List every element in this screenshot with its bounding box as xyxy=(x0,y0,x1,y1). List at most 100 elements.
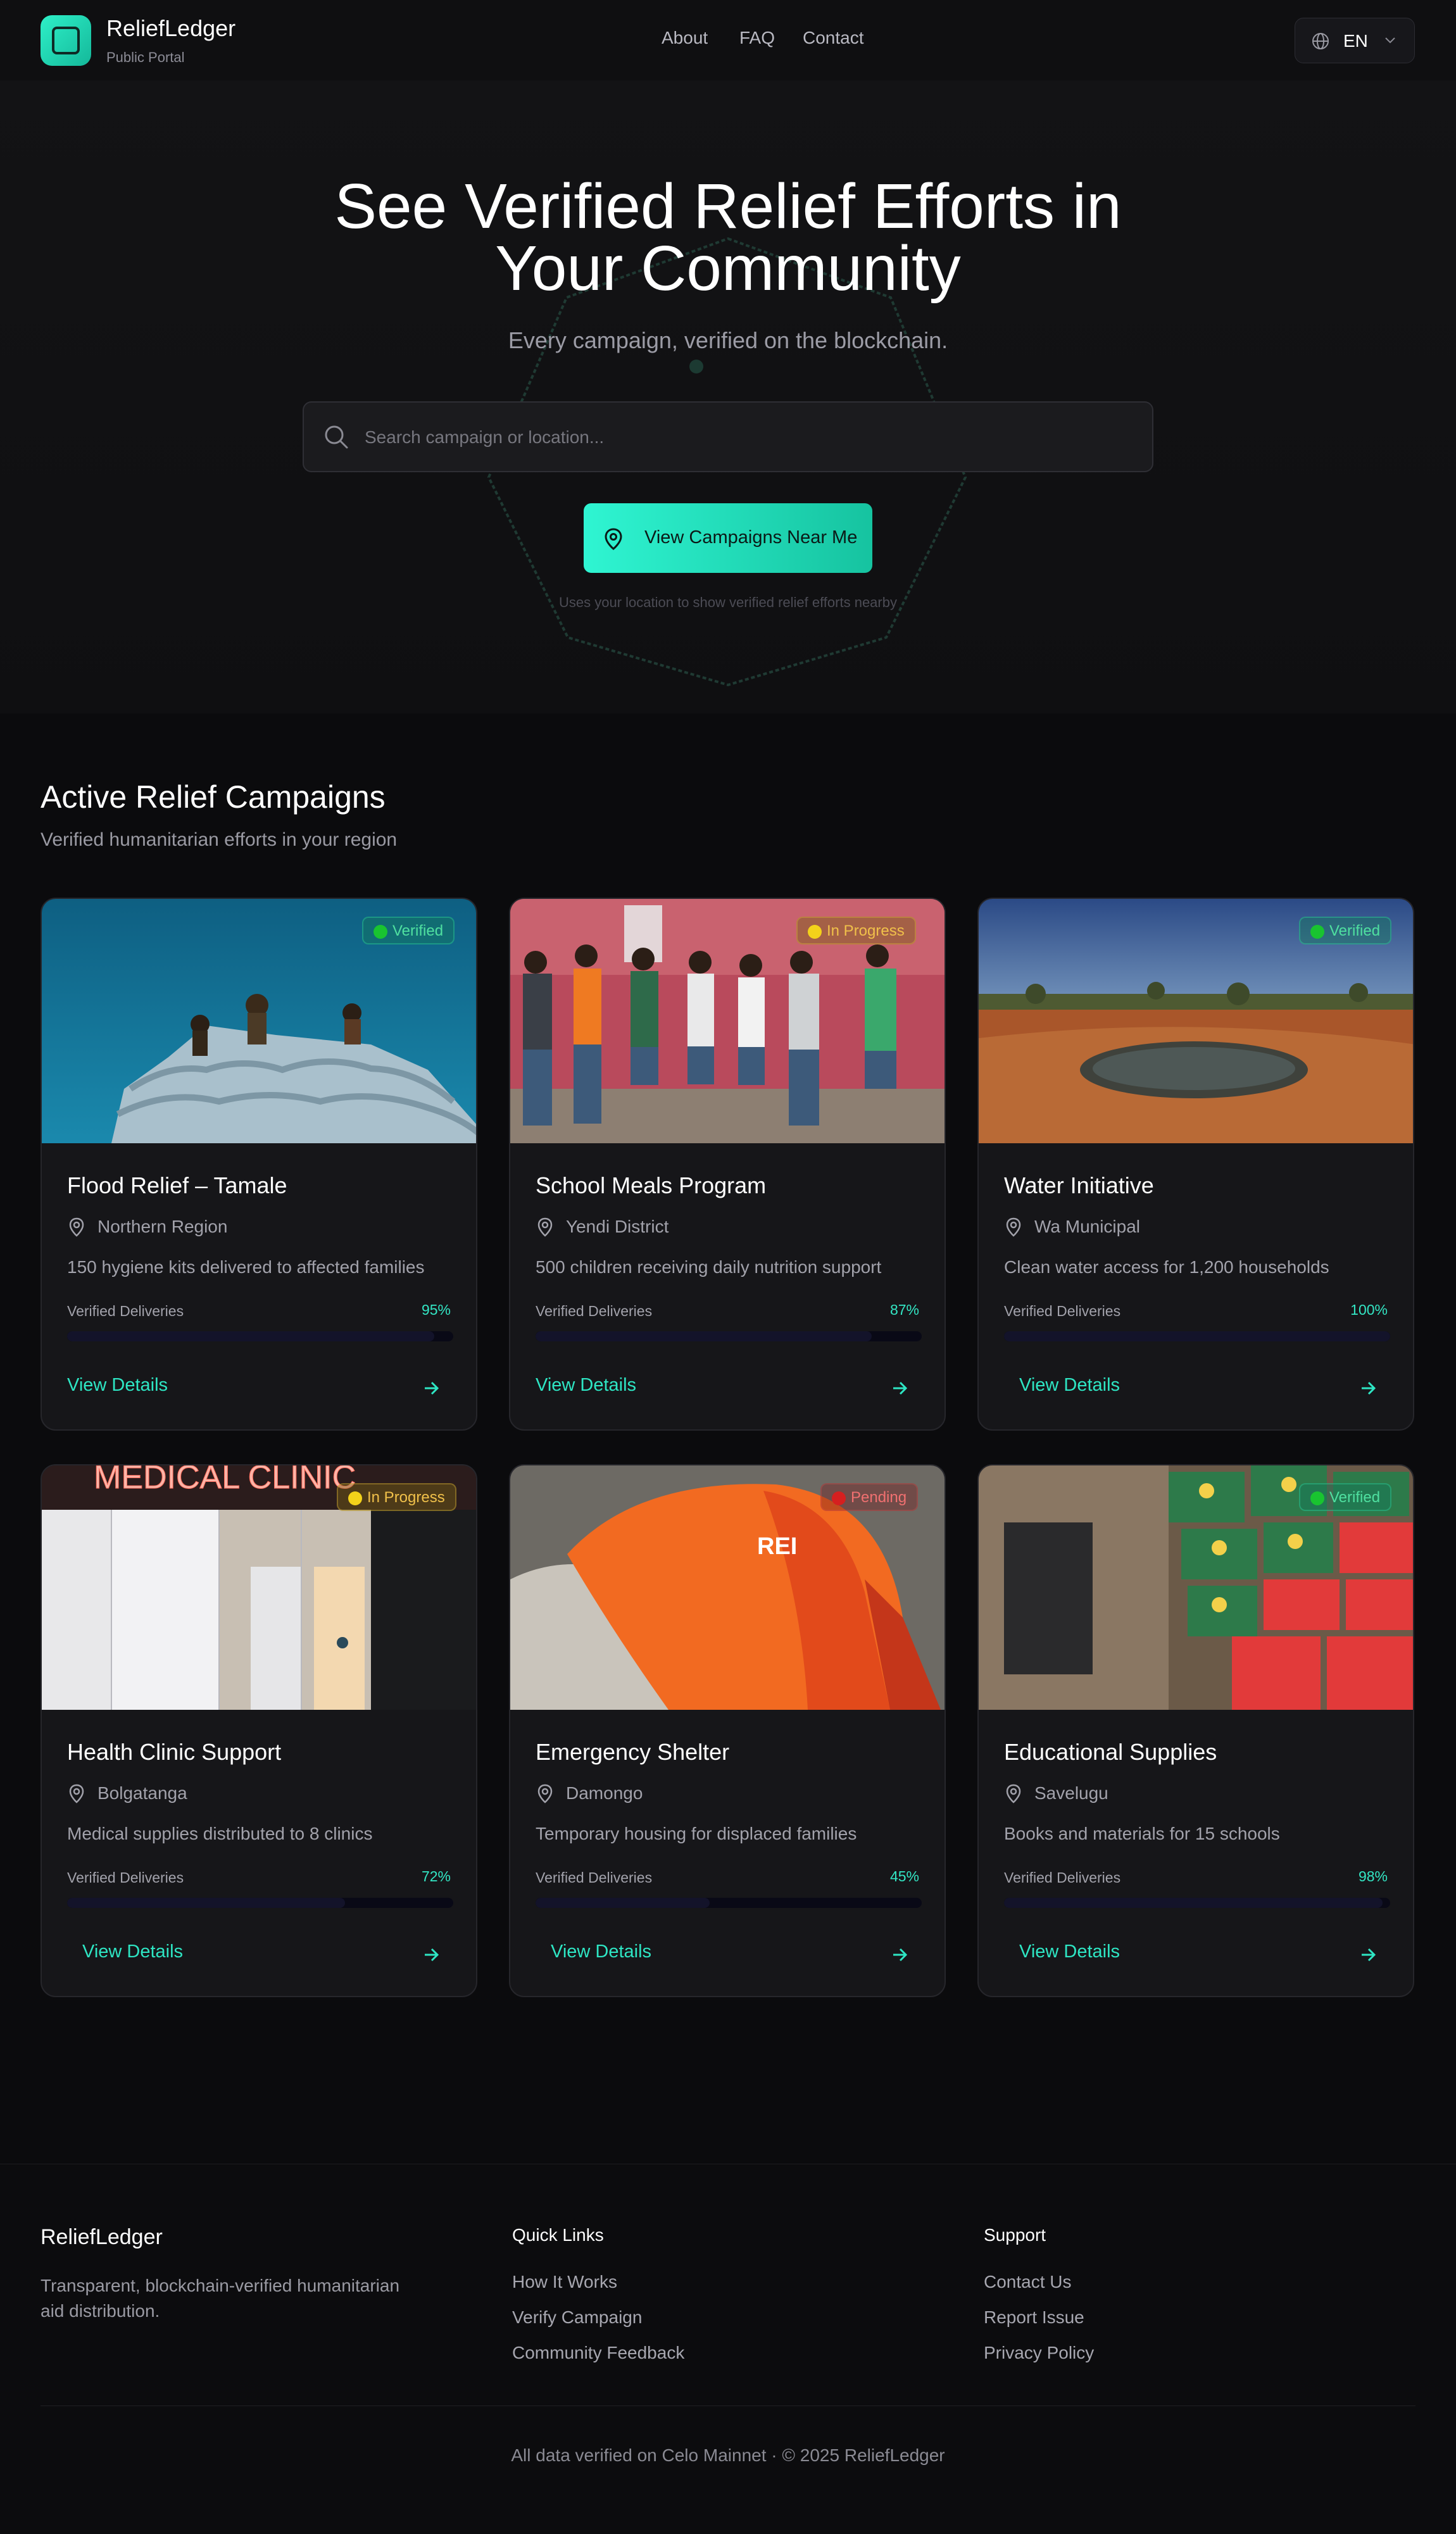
brand-logo[interactable] xyxy=(41,15,91,66)
footer-link-how-it-works[interactable]: How It Works xyxy=(512,2272,617,2292)
status-badge: In Progress xyxy=(337,1483,456,1511)
arrow-right-icon[interactable] xyxy=(422,1945,441,1964)
status-badge: Verified xyxy=(1299,1483,1392,1511)
campaign-title: School Meals Program xyxy=(536,1172,767,1198)
view-details-link[interactable]: View Details xyxy=(82,1941,183,1962)
nav-faq[interactable]: FAQ xyxy=(739,28,775,48)
campaign-description: Medical supplies distributed to 8 clinic… xyxy=(67,1824,373,1843)
cta-label: View Campaigns Near Me xyxy=(644,527,858,548)
progress-label: Verified Deliveries xyxy=(1004,1869,1121,1886)
arrow-right-icon[interactable] xyxy=(1359,1379,1378,1398)
campaign-description: Clean water access for 1,200 households xyxy=(1004,1257,1329,1277)
hero-title-line-1: See Verified Relief Efforts in xyxy=(334,171,1122,242)
progress-bar xyxy=(536,1331,922,1341)
campaign-title: Water Initiative xyxy=(1004,1172,1154,1198)
status-label: Pending xyxy=(851,1489,907,1506)
status-label: In Progress xyxy=(827,922,905,939)
status-dot-icon xyxy=(1310,1491,1324,1505)
progress-label: Verified Deliveries xyxy=(536,1869,653,1886)
campaign-description: Temporary housing for displaced families xyxy=(536,1824,857,1843)
progress-value: 45% xyxy=(889,1868,919,1885)
arrow-right-icon[interactable] xyxy=(890,1945,909,1964)
progress-bar xyxy=(67,1898,453,1908)
view-campaigns-near-me-button[interactable]: View Campaigns Near Me xyxy=(584,503,872,573)
hero-subtitle: Every campaign, verified on the blockcha… xyxy=(508,327,948,353)
language-selector[interactable]: EN xyxy=(1295,18,1415,63)
status-badge: Verified xyxy=(1299,917,1392,944)
campaign-card[interactable]: MEDICAL CLINIC In Progress Health Clinic… xyxy=(41,1464,477,1997)
campaigns-section-subtitle: Verified humanitarian efforts in your re… xyxy=(41,829,398,850)
progress-value: 72% xyxy=(421,1868,451,1885)
progress-bar xyxy=(536,1898,922,1908)
brand-name[interactable]: ReliefLedger xyxy=(106,15,235,42)
top-header: ReliefLedger Public Portal About FAQ Con… xyxy=(0,0,1456,81)
map-pin-icon xyxy=(605,528,622,550)
footer-divider xyxy=(41,2405,1415,2406)
view-details-link[interactable]: View Details xyxy=(1019,1941,1120,1962)
status-label: Verified xyxy=(1329,1489,1381,1506)
campaign-card[interactable]: REI Pending Emergency Shelter Damongo Te… xyxy=(509,1464,946,1997)
footer-link-verify-campaign[interactable]: Verify Campaign xyxy=(512,2307,642,2328)
language-label: EN xyxy=(1343,31,1368,51)
brand-subtitle: Public Portal xyxy=(106,49,185,65)
location-pin-icon xyxy=(1006,1784,1021,1803)
arrow-right-icon[interactable] xyxy=(1359,1945,1378,1964)
status-badge: Verified xyxy=(362,917,455,944)
location-pin-icon xyxy=(537,1217,553,1237)
hero-title-line-2: Your Community xyxy=(495,233,961,304)
nav-contact[interactable]: Contact xyxy=(803,28,864,48)
progress-label: Verified Deliveries xyxy=(1004,1303,1121,1319)
campaign-card[interactable]: Verified Educational Supplies Savelugu B… xyxy=(977,1464,1414,1997)
campaign-title: Emergency Shelter xyxy=(536,1739,730,1765)
campaign-title: Health Clinic Support xyxy=(67,1739,282,1765)
campaign-location: Northern Region xyxy=(97,1217,228,1236)
campaign-description: 150 hygiene kits delivered to affected f… xyxy=(67,1257,425,1277)
view-details-link[interactable]: View Details xyxy=(551,1941,651,1962)
footer-link-community-feedback[interactable]: Community Feedback xyxy=(512,2343,684,2363)
status-label: Verified xyxy=(392,922,444,939)
location-pin-icon xyxy=(1006,1217,1021,1237)
location-pin-icon xyxy=(69,1784,84,1803)
view-details-link[interactable]: View Details xyxy=(536,1375,636,1396)
search-box[interactable] xyxy=(303,401,1153,472)
progress-value: 95% xyxy=(421,1301,451,1318)
progress-bar xyxy=(67,1331,453,1341)
footer-link-report-issue[interactable]: Report Issue xyxy=(984,2307,1084,2328)
campaign-location: Savelugu xyxy=(1034,1783,1108,1803)
campaign-title: Flood Relief – Tamale xyxy=(67,1172,287,1198)
footer-link-contact-us[interactable]: Contact Us xyxy=(984,2272,1072,2292)
nav-about[interactable]: About xyxy=(662,28,708,48)
location-note: Uses your location to show verified reli… xyxy=(559,594,897,610)
status-dot-icon xyxy=(373,925,387,939)
campaign-card[interactable]: Verified Flood Relief – Tamale Northern … xyxy=(41,898,477,1431)
status-dot-icon xyxy=(832,1491,846,1505)
footer-copyright: All data verified on Celo Mainnet · © 20… xyxy=(511,2445,945,2465)
campaign-location: Wa Municipal xyxy=(1034,1217,1141,1236)
view-details-link[interactable]: View Details xyxy=(67,1375,168,1396)
progress-label: Verified Deliveries xyxy=(67,1303,184,1319)
footer-brand[interactable]: ReliefLedger xyxy=(41,2225,163,2250)
footer-link-privacy-policy[interactable]: Privacy Policy xyxy=(984,2343,1094,2363)
campaign-card[interactable]: In Progress School Meals Program Yendi D… xyxy=(509,898,946,1431)
campaign-location: Bolgatanga xyxy=(97,1783,187,1803)
campaign-location: Yendi District xyxy=(566,1217,669,1236)
tent-logo-text: REI xyxy=(757,1533,797,1560)
hero-section: See Verified Relief Efforts in Your Comm… xyxy=(0,80,1456,713)
hero-title: See Verified Relief Efforts in Your Comm… xyxy=(0,175,1456,300)
clinic-sign-text: MEDICAL CLINIC xyxy=(94,1465,356,1496)
search-input[interactable] xyxy=(363,415,1126,460)
progress-value: 100% xyxy=(1350,1301,1388,1318)
quick-links-heading: Quick Links xyxy=(512,2225,604,2245)
page-footer: ReliefLedger Transparent, blockchain-ver… xyxy=(0,2164,1456,2534)
arrow-right-icon[interactable] xyxy=(890,1379,909,1398)
view-details-link[interactable]: View Details xyxy=(1019,1375,1120,1396)
progress-label: Verified Deliveries xyxy=(67,1869,184,1886)
location-pin-icon xyxy=(537,1784,553,1803)
arrow-right-icon[interactable] xyxy=(422,1379,441,1398)
search-icon xyxy=(325,425,348,449)
campaign-card[interactable]: Verified Water Initiative Wa Municipal C… xyxy=(977,898,1414,1431)
campaign-description: Books and materials for 15 schools xyxy=(1004,1824,1280,1843)
progress-bar xyxy=(1004,1898,1390,1908)
status-label: In Progress xyxy=(367,1489,445,1506)
progress-label: Verified Deliveries xyxy=(536,1303,653,1319)
